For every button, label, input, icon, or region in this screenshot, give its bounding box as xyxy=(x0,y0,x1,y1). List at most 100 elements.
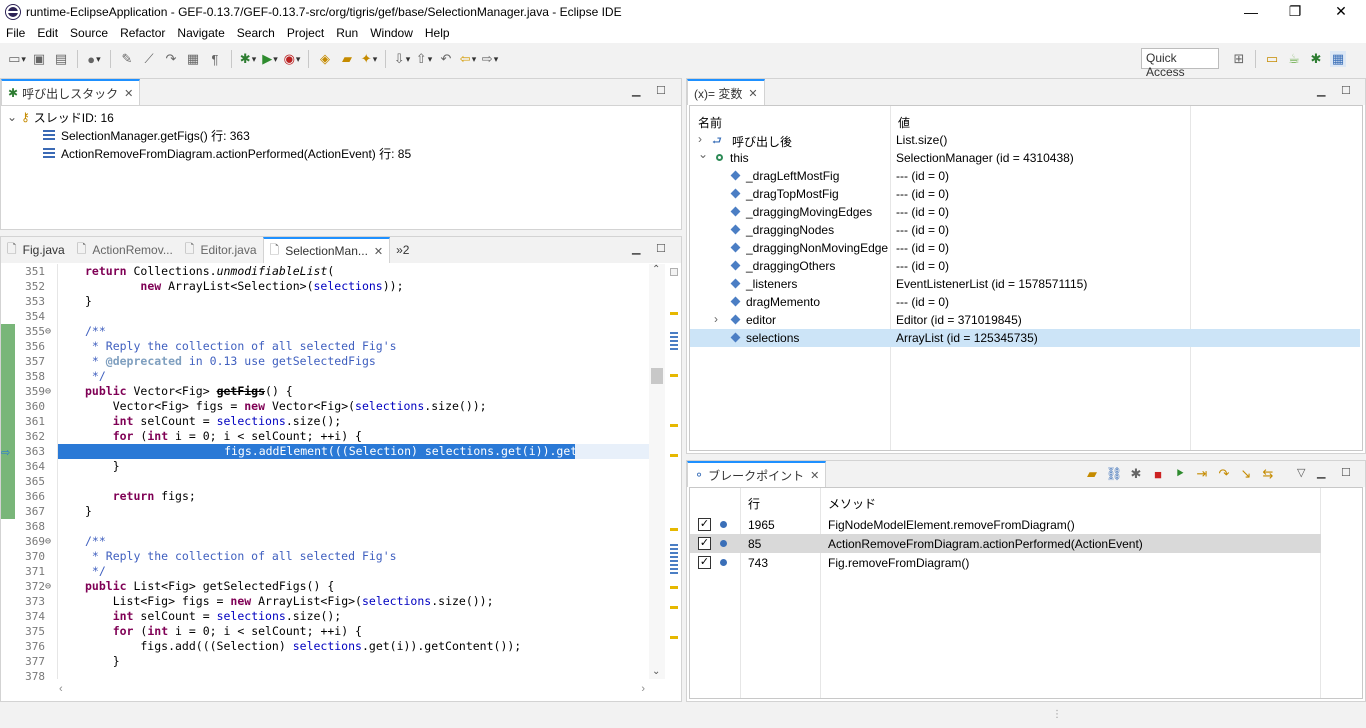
variable-row[interactable]: _listeners EventListenerList (id = 157857… xyxy=(690,275,1360,293)
block-icon[interactable]: ▦ xyxy=(185,51,201,67)
run-icon[interactable]: ▶ xyxy=(262,51,278,67)
breakpoint-checkbox[interactable]: ✓ xyxy=(698,556,711,569)
menu-project[interactable]: Project xyxy=(281,23,330,43)
fold-icon[interactable]: ⊖ xyxy=(45,534,51,549)
stack-frame[interactable]: ActionRemoveFromDiagram.actionPerformed(… xyxy=(7,144,411,162)
close-icon[interactable]: ✕ xyxy=(748,87,757,100)
close-icon[interactable]: ✕ xyxy=(124,87,133,100)
tab-editor-java[interactable]: 🗋 Editor.java xyxy=(179,237,263,263)
minimize-icon[interactable]: ▁ xyxy=(1317,466,1325,479)
save-icon[interactable]: ▣ xyxy=(31,51,47,67)
tab-breakpoints[interactable]: ⚬ ブレークポイント ✕ xyxy=(687,461,827,487)
skip-breakpoints-icon[interactable]: ⟋ xyxy=(141,51,157,67)
step-icon[interactable]: ↷ xyxy=(163,51,179,67)
variable-row[interactable]: _dragTopMostFig --- (id = 0) xyxy=(690,185,1360,203)
bug-icon[interactable]: ✱ xyxy=(240,51,256,67)
stack-frame[interactable]: SelectionManager.getFigs() 行: 363 xyxy=(7,126,411,144)
fold-icon[interactable]: ⊖ xyxy=(45,579,51,594)
variable-row[interactable]: _draggingOthers --- (id = 0) xyxy=(690,257,1360,275)
team-icon[interactable]: ● xyxy=(86,51,102,67)
maximize-icon[interactable]: ☐ xyxy=(1341,84,1351,97)
scroll-up-icon[interactable]: ⌃ xyxy=(652,264,660,275)
step-into-icon[interactable]: ↘ xyxy=(1238,466,1254,482)
menu-source[interactable]: Source xyxy=(64,23,114,43)
column-method-header[interactable]: メソッド xyxy=(828,492,876,514)
breakpoint-row[interactable]: ✓ 1965 FigNodeModelElement.removeFromDia… xyxy=(690,515,1321,534)
minimize-icon[interactable]: ▁ xyxy=(632,84,640,97)
chevron-right-icon[interactable]: › xyxy=(714,312,718,326)
variable-row[interactable]: dragMemento --- (id = 0) xyxy=(690,293,1360,311)
open-type-icon[interactable]: ◈ xyxy=(317,51,333,67)
tab-variables[interactable]: (x)= 変数 ✕ xyxy=(687,79,765,105)
scroll-right-icon[interactable]: › xyxy=(641,683,645,695)
close-icon[interactable]: ✕ xyxy=(810,469,819,482)
tab-selectionmanager[interactable]: 🗋 SelectionMan... ✕ xyxy=(262,237,391,263)
link-icon[interactable]: ⛓ xyxy=(1106,466,1123,482)
collapse-icon[interactable]: ⇆ xyxy=(1260,466,1276,482)
close-icon[interactable]: ✕ xyxy=(374,245,383,258)
show-breakpoints-icon[interactable]: ⇥ xyxy=(1194,466,1210,482)
breakpoint-checkbox[interactable]: ✓ xyxy=(698,518,711,531)
remove-icon[interactable]: ■ xyxy=(1150,466,1166,482)
vertical-scrollbar[interactable]: ⌃ ⌄ xyxy=(649,264,665,679)
fold-icon[interactable]: ⊖ xyxy=(45,324,51,339)
chevron-down-icon[interactable]: ⌄ xyxy=(698,147,708,161)
breakpoint-checkbox[interactable]: ✓ xyxy=(698,537,711,550)
variable-row[interactable]: ⌄ this SelectionManager (id = 4310438) xyxy=(690,147,1360,167)
variable-row[interactable]: _draggingMovingEdges --- (id = 0) xyxy=(690,203,1360,221)
variable-row[interactable]: › editor Editor (id = 371019845) xyxy=(690,311,1360,329)
open-folder-icon[interactable]: ▰ xyxy=(1084,466,1100,482)
quick-access-field[interactable]: Quick Access xyxy=(1141,48,1219,79)
tab-actionremove[interactable]: 🗋 ActionRemov... xyxy=(71,237,179,263)
menu-window[interactable]: Window xyxy=(364,23,419,43)
variable-row-selected[interactable]: selections ArrayList (id = 125345735) xyxy=(690,329,1360,347)
coverage-icon[interactable]: ◉ xyxy=(284,51,300,67)
new-icon[interactable]: ▭ xyxy=(8,51,25,67)
view-menu-icon[interactable]: ▽ xyxy=(1297,466,1305,479)
menu-edit[interactable]: Edit xyxy=(31,23,64,43)
skip-icon[interactable]: ↷ xyxy=(1216,466,1232,482)
tab-overflow[interactable]: »2 xyxy=(390,237,415,263)
column-value-header[interactable]: 値 xyxy=(898,111,910,133)
column-line-header[interactable]: 行 xyxy=(748,492,760,514)
scroll-down-icon[interactable]: ⌄ xyxy=(652,666,660,677)
code-editor[interactable]: ⇨ 351 return Collections.unmodifiableList… xyxy=(1,264,681,701)
last-edit-icon[interactable]: ↶ xyxy=(438,51,454,67)
maximize-icon[interactable]: ☐ xyxy=(656,242,666,255)
open-perspective-icon[interactable]: ⊞ xyxy=(1231,51,1247,67)
debug-perspective-icon[interactable]: ✱ xyxy=(1308,51,1324,67)
forward-icon[interactable]: ⇨ xyxy=(482,51,498,67)
resource-perspective-icon[interactable]: ▭ xyxy=(1264,51,1280,67)
open-folder-icon[interactable]: ▰ xyxy=(339,51,355,67)
chevron-down-icon[interactable]: ⌄ xyxy=(7,110,21,124)
back-icon[interactable]: ⇦ xyxy=(460,51,476,67)
add-breakpoint-icon[interactable]: ✱ xyxy=(1128,466,1144,482)
minimize-icon[interactable]: ▁ xyxy=(1317,84,1325,97)
restore-button[interactable]: ❐ xyxy=(1272,0,1318,23)
scroll-left-icon[interactable]: ‹ xyxy=(59,683,63,695)
menu-file[interactable]: File xyxy=(0,23,31,43)
variable-row[interactable]: › ⮐ 呼び出し後 List.size() xyxy=(690,131,1360,149)
overview-ruler[interactable] xyxy=(667,264,681,679)
next-annotation-icon[interactable]: ⇩ xyxy=(394,51,410,67)
scrollbar-thumb[interactable] xyxy=(651,368,663,384)
variable-row[interactable]: _draggingNonMovingEdge --- (id = 0) xyxy=(690,239,1360,257)
close-button[interactable]: ✕ xyxy=(1318,0,1364,23)
menu-run[interactable]: Run xyxy=(330,23,364,43)
breakpoint-row-selected[interactable]: ✓ 85 ActionRemoveFromDiagram.actionPerfo… xyxy=(690,534,1321,553)
maximize-icon[interactable]: ☐ xyxy=(656,84,666,97)
maximize-icon[interactable]: ☐ xyxy=(1341,466,1351,479)
variable-row[interactable]: _dragLeftMostFig --- (id = 0) xyxy=(690,167,1360,185)
chevron-right-icon[interactable]: › xyxy=(698,132,702,146)
menu-refactor[interactable]: Refactor xyxy=(114,23,171,43)
remove-all-icon[interactable]: ⯈ xyxy=(1172,466,1188,482)
horizontal-scrollbar[interactable]: ‹ › xyxy=(57,683,647,697)
menu-search[interactable]: Search xyxy=(231,23,281,43)
menu-help[interactable]: Help xyxy=(419,23,456,43)
tab-fig-java[interactable]: 🗋 Fig.java xyxy=(1,237,71,263)
external-tools-icon[interactable]: ✦ xyxy=(361,51,377,67)
paragraph-icon[interactable]: ¶ xyxy=(207,51,223,67)
layout-perspective-icon[interactable]: ▦ xyxy=(1330,51,1346,67)
java-perspective-icon[interactable]: ☕ xyxy=(1286,51,1302,67)
save-all-icon[interactable]: ▤ xyxy=(53,51,69,67)
